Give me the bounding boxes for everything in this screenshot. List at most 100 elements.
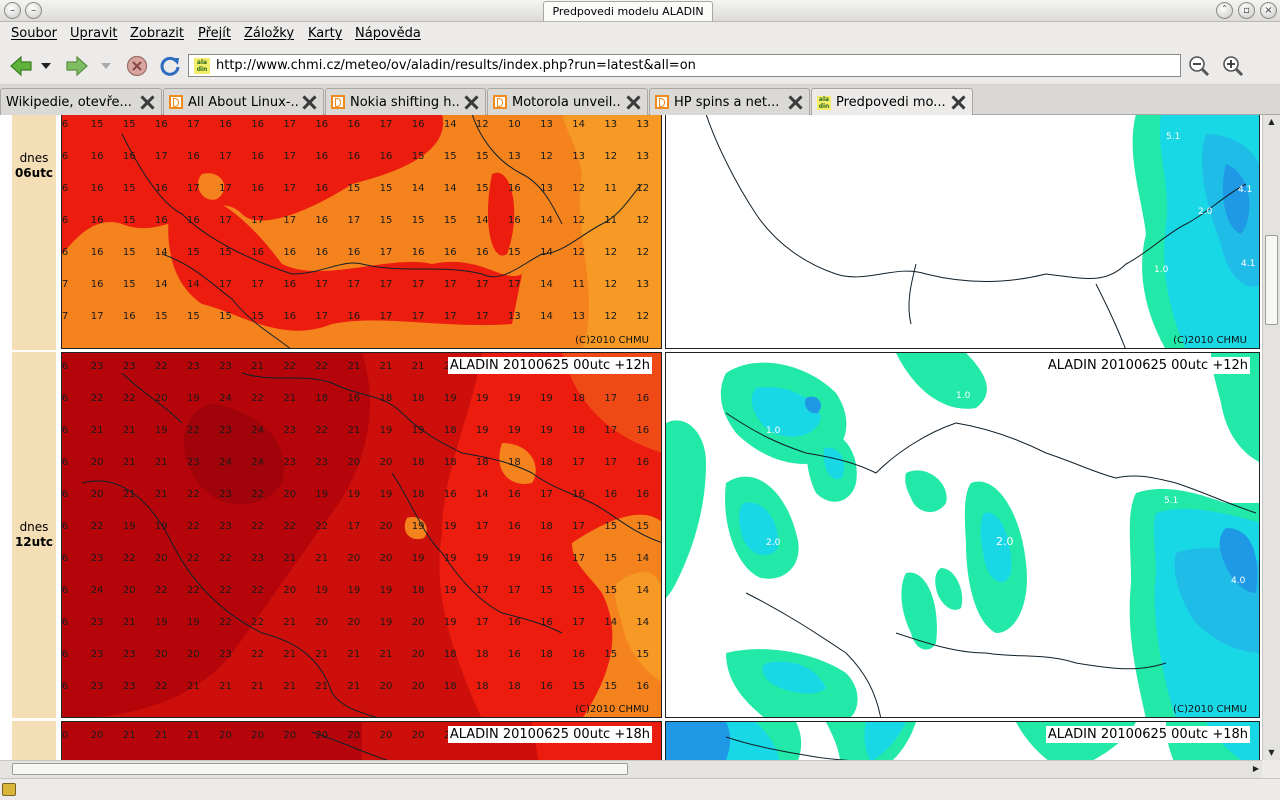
row-time: 06utc — [14, 166, 54, 180]
grid-value: 16 — [251, 151, 264, 162]
menu-prejit[interactable]: Přejít — [198, 26, 231, 41]
forward-arrow-icon[interactable] — [64, 54, 90, 78]
grid-value: 19 — [508, 393, 521, 404]
grid-value: 15 — [123, 279, 136, 290]
menu-soubor[interactable]: Soubor — [11, 26, 57, 41]
grid-value: 11 — [572, 279, 585, 290]
tab-strip: Wikipedie, otevře... All About Linux-...… — [0, 85, 1280, 116]
grid-value: 15 — [604, 553, 617, 564]
close-icon[interactable] — [302, 95, 317, 110]
scroll-down-arrow-icon[interactable]: ▼ — [1263, 746, 1280, 760]
tab-hp-spins[interactable]: HP spins a net... — [649, 88, 810, 115]
tab-all-about-linux[interactable]: All About Linux-... — [163, 88, 324, 115]
url-bar[interactable]: ala din http://www.chmi.cz/meteo/ov/alad… — [188, 54, 1181, 77]
grid-value: 16 — [315, 151, 328, 162]
grid-value: 23 — [219, 361, 232, 372]
grid-value: 22 — [187, 521, 200, 532]
reload-icon[interactable] — [157, 54, 183, 78]
grid-value: 14 — [444, 183, 457, 194]
close-icon[interactable] — [788, 95, 803, 110]
close-icon[interactable] — [951, 95, 966, 110]
zoom-out-icon[interactable] — [1186, 54, 1212, 78]
grid-value: 19 — [476, 425, 489, 436]
window-titlebar: – – Predpovedi modelu ALADIN ˆ ▫ × — [0, 0, 1280, 22]
grid-value: 21 — [187, 681, 200, 692]
contour-label: 2.0 — [766, 538, 781, 548]
grid-value: 15 — [187, 247, 200, 258]
window-shade-button[interactable]: – — [25, 2, 42, 19]
grid-value: 16 — [283, 311, 296, 322]
grid-value: 12 — [604, 279, 617, 290]
forward-history-dropdown-icon[interactable] — [98, 54, 114, 78]
tab-nokia[interactable]: Nokia shifting h... — [325, 88, 486, 115]
grid-value: 15 — [476, 183, 489, 194]
grid-value: 6 — [62, 457, 68, 468]
grid-value: 22 — [155, 361, 168, 372]
grid-value: 19 — [155, 425, 168, 436]
back-history-dropdown-icon[interactable] — [38, 54, 54, 78]
grid-value: 14 — [604, 617, 617, 628]
grid-value: 19 — [348, 489, 361, 500]
vertical-scroll-thumb[interactable] — [1265, 235, 1278, 325]
close-icon[interactable] — [464, 95, 479, 110]
zoom-in-icon[interactable] — [1220, 54, 1246, 78]
stop-icon[interactable] — [124, 54, 150, 78]
tab-wikipedie[interactable]: Wikipedie, otevře... — [0, 88, 162, 115]
maximize-button[interactable]: ▫ — [1238, 2, 1255, 19]
grid-value: 18 — [412, 393, 425, 404]
grid-value: 16 — [91, 279, 104, 290]
minimize-button[interactable]: ˆ — [1216, 2, 1233, 19]
menu-napoveda[interactable]: Nápověda — [355, 26, 421, 41]
grid-value: 19 — [412, 553, 425, 564]
grid-value: 6 — [62, 585, 68, 596]
horizontal-scrollbar[interactable]: ▶ — [0, 760, 1262, 778]
vertical-scrollbar[interactable]: ▲ ▼ — [1262, 115, 1280, 760]
grid-value: 18 — [508, 681, 521, 692]
horizontal-scroll-thumb[interactable] — [12, 763, 628, 775]
menu-karty[interactable]: Karty — [308, 26, 342, 41]
grid-value: 16 — [91, 151, 104, 162]
menu-upravit[interactable]: Upravit — [70, 26, 117, 41]
grid-value: 21 — [283, 553, 296, 564]
grid-value: 15 — [251, 311, 264, 322]
tab-motorola[interactable]: Motorola unveil... — [487, 88, 648, 115]
grid-value: 17 — [251, 215, 264, 226]
grid-value: 23 — [283, 425, 296, 436]
grid-value: 19 — [444, 585, 457, 596]
window-menu-button[interactable]: – — [4, 2, 21, 19]
grid-value: 17 — [476, 311, 489, 322]
grid-value: 16 — [315, 183, 328, 194]
grid-value: 16 — [636, 681, 649, 692]
scroll-up-arrow-icon[interactable]: ▲ — [1263, 115, 1280, 129]
grid-value: 17 — [540, 489, 553, 500]
url-text[interactable]: http://www.chmi.cz/meteo/ov/aladin/resul… — [216, 58, 696, 73]
grid-value: 22 — [155, 585, 168, 596]
tab-label: Predpovedi mo... — [836, 95, 946, 110]
close-icon[interactable] — [626, 95, 641, 110]
grid-value: 14 — [412, 183, 425, 194]
tab-predpovedi[interactable]: ala din Predpovedi mo... — [811, 88, 973, 116]
grid-value: 19 — [508, 425, 521, 436]
grid-value: 17 — [476, 279, 489, 290]
grid-value: 21 — [315, 681, 328, 692]
scroll-right-arrow-icon[interactable]: ▶ — [1253, 761, 1259, 777]
menu-zalozky[interactable]: Záložky — [244, 26, 294, 41]
grid-value: 6 — [62, 361, 68, 372]
site-favicon-icon: ala din — [194, 57, 210, 74]
grid-value: 19 — [348, 585, 361, 596]
grid-value: 13 — [572, 151, 585, 162]
grid-value: 22 — [251, 393, 264, 404]
grid-value: 20 — [155, 553, 168, 564]
page-content: dnes 06utc 6 15 15 16 17 16 16 17 16 16 17 16 14 12 10… — [0, 115, 1262, 760]
grid-value: 20 — [412, 617, 425, 628]
blogger-icon — [169, 95, 183, 109]
grid-value: 20 — [348, 457, 361, 468]
close-icon[interactable] — [140, 95, 155, 110]
temperature-map-18utc: 0202121212020202020202020191918181716 AL… — [61, 721, 662, 760]
close-window-button[interactable]: × — [1260, 2, 1277, 19]
grid-value: 21 — [283, 393, 296, 404]
menu-zobrazit[interactable]: Zobrazit — [130, 26, 184, 41]
back-arrow-icon[interactable] — [8, 54, 34, 78]
security-lock-icon[interactable] — [2, 783, 16, 796]
grid-value: 17 — [315, 279, 328, 290]
